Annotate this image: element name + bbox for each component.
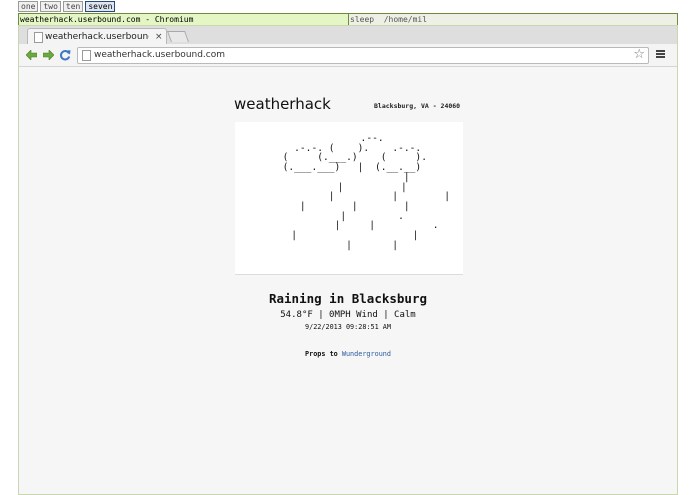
back-button[interactable] — [24, 48, 38, 62]
wm-tag-seven[interactable]: seven — [85, 1, 116, 12]
rain-ascii-art: .--. .-.-. ( ). .-.-. ( (.___.) ( ). (._… — [282, 133, 451, 251]
page-viewport: weatherhack Blacksburg, VA - 24060 .--. … — [19, 67, 677, 494]
credits-label: Props to — [305, 350, 338, 358]
wm-status-text: sleep /home/mil — [350, 15, 428, 24]
tab-title: weatherhack.userbound.com — [45, 32, 149, 42]
star-icon[interactable]: ☆ — [633, 47, 645, 62]
tab-strip: weatherhack.userbound.com × — [19, 26, 677, 45]
location-label: Blacksburg, VA - 24060 — [374, 102, 461, 110]
hamburger-menu-icon[interactable] — [655, 48, 667, 60]
wm-tag-two[interactable]: two — [40, 1, 61, 12]
condition-heading: Raining in Blacksburg — [268, 291, 428, 306]
address-bar[interactable]: weatherhack.userbound.com ☆ — [77, 47, 649, 64]
wunderground-link[interactable]: Wunderground — [342, 350, 391, 358]
wm-tag-ten[interactable]: ten — [62, 1, 84, 12]
weather-ascii-panel: .--. .-.-. ( ). .-.-. ( (.___.) ( ). (._… — [235, 122, 463, 275]
page-icon — [82, 50, 91, 61]
back-arrow-icon — [25, 50, 37, 60]
weather-readings: 54.8°F | 0MPH Wind | Calm — [280, 310, 416, 320]
window-title: weatherhack.userbound.com - Chromium — [19, 14, 349, 25]
browser-toolbar: weatherhack.userbound.com ☆ — [19, 44, 677, 67]
reload-icon — [60, 50, 71, 61]
close-icon[interactable]: × — [155, 31, 163, 43]
new-tab-button[interactable] — [166, 31, 190, 42]
address-url: weatherhack.userbound.com — [94, 50, 226, 60]
wm-tag-bar: one two ten seven — [18, 1, 116, 12]
forward-button[interactable] — [41, 48, 55, 62]
credits-line: Props to Wunderground — [19, 350, 677, 359]
observation-timestamp: 9/22/2013 09:28:51 AM — [305, 323, 391, 331]
tab-weatherhack[interactable]: weatherhack.userbound.com × — [27, 28, 167, 45]
browser-window: weatherhack.userbound.com × weatherhack.… — [18, 25, 678, 495]
wm-tag-one[interactable]: one — [18, 1, 39, 12]
forward-arrow-icon — [42, 50, 54, 60]
page-icon — [34, 32, 43, 43]
site-title: weatherhack — [234, 95, 331, 113]
reload-button[interactable] — [58, 48, 72, 62]
